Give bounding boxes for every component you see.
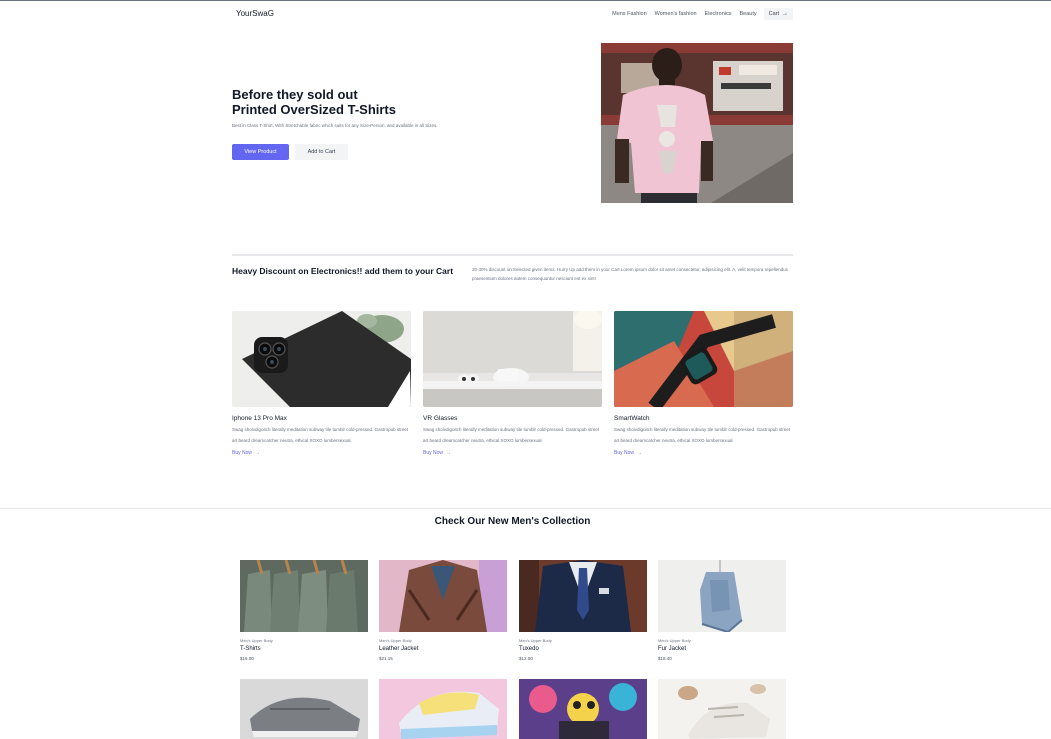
item-category: Men's Upper Body [519, 638, 552, 643]
product-card-smartwatch: SmartWatch Swag shoivdigoitch literally … [614, 311, 793, 456]
tshirts-image [240, 560, 368, 632]
collection-card-fur-jacket[interactable]: Men's Upper Body Fur Jacket $18.40 [658, 560, 786, 661]
nav-link-beauty[interactable]: Beauty [739, 11, 756, 17]
item-price: $18.40 [658, 656, 672, 661]
item-price: $16.00 [240, 656, 254, 661]
product-description: Swag shoivdigoitch literally meditation … [423, 427, 600, 443]
collection-divider [0, 508, 1051, 509]
nav-link-electronics[interactable]: Electronics [705, 11, 732, 17]
arrow-right-icon: → [782, 11, 788, 17]
product-card-iphone: Iphone 13 Pro Max Swag shoivdigoitch lit… [232, 311, 411, 456]
white-sneaker-image [658, 679, 786, 739]
discount-description: 20-30% discount on Selected given items.… [472, 267, 788, 281]
item-category: Men's Upper Body [379, 638, 412, 643]
product-description: Swag shoivdigoitch literally meditation … [232, 427, 409, 443]
brand-logo[interactable]: YourSwaG [236, 9, 274, 18]
buy-now-label: Buy Now [614, 450, 635, 456]
buy-now-label: Buy Now [232, 450, 253, 456]
add-to-cart-button[interactable]: Add to Cart [295, 144, 348, 160]
nav-link-womens-fashion[interactable]: Women's fashion [655, 11, 697, 17]
item-name: Fur Jacket [658, 646, 687, 652]
tuxedo-image [519, 560, 647, 632]
item-name: Tuxedo [519, 646, 539, 652]
navbar: YourSwaG Mens Fashion Women's fashion El… [232, 6, 793, 22]
section-divider [232, 254, 793, 256]
arrow-right-icon: → [255, 450, 261, 456]
buy-now-link[interactable]: Buy Now → [614, 450, 793, 456]
top-border [0, 0, 1051, 1]
arrow-right-icon: → [637, 450, 643, 456]
iphone-image[interactable] [232, 311, 411, 407]
discount-title: Heavy Discount on Electronics!! add them… [232, 266, 454, 276]
item-name: Leather Jacket [379, 646, 419, 652]
pastel-sneaker-image [379, 679, 507, 739]
collection-card-graffiti[interactable] [519, 679, 647, 739]
collection-card-sneaker-pastel[interactable] [379, 679, 507, 739]
collection-card-tuxedo[interactable]: Men's Upper Body Tuxedo $12.00 [519, 560, 647, 661]
product-name: Iphone 13 Pro Max [232, 415, 287, 422]
product-description: Swag shoivdigoitch literally meditation … [614, 427, 791, 443]
hero-title: Before they sold out Printed OverSized T… [232, 87, 396, 117]
nav-links: Mens Fashion Women's fashion Electronics… [604, 8, 793, 20]
graffiti-image [519, 679, 647, 739]
product-card-vr-glasses: VR Glasses Swag shoivdigoitch literally … [423, 311, 602, 456]
item-category: Men's Upper Body [658, 638, 691, 643]
hero-title-line2: Printed OverSized T-Shirts [232, 102, 396, 117]
buy-now-link[interactable]: Buy Now → [423, 450, 602, 456]
collection-card-sneaker-white[interactable] [658, 679, 786, 739]
arrow-right-icon: → [446, 450, 452, 456]
item-price: $12.00 [519, 656, 533, 661]
product-name: SmartWatch [614, 415, 650, 422]
collection-card-leather-jacket[interactable]: Men's Upper Body Leather Jacket $21.15 [379, 560, 507, 661]
buy-now-label: Buy Now [423, 450, 444, 456]
cart-label: Cart [768, 11, 779, 17]
hero-image [601, 43, 793, 203]
hero-description: Best in Class T-Shirt, With Stretchable … [232, 123, 438, 128]
item-category: Men's Upper Body [240, 638, 273, 643]
view-product-button[interactable]: View Product [232, 144, 289, 160]
vr-glasses-image[interactable] [423, 311, 602, 407]
item-name: T-Shirts [240, 646, 261, 652]
fur-jacket-image [658, 560, 786, 632]
nav-link-mens-fashion[interactable]: Mens Fashion [612, 11, 647, 17]
item-price: $21.15 [379, 656, 393, 661]
cart-button[interactable]: Cart → [763, 8, 793, 20]
product-name: VR Glasses [423, 415, 458, 422]
collection-title: Check Our New Men's Collection [434, 516, 591, 527]
buy-now-link[interactable]: Buy Now → [232, 450, 411, 456]
gray-sneaker-image [240, 679, 368, 739]
leather-jacket-image [379, 560, 507, 632]
hero-title-line1: Before they sold out [232, 87, 358, 102]
smartwatch-image[interactable] [614, 311, 793, 407]
collection-card-tshirts[interactable]: Men's Upper Body T-Shirts $16.00 [240, 560, 368, 661]
collection-card-sneaker-gray[interactable] [240, 679, 368, 739]
